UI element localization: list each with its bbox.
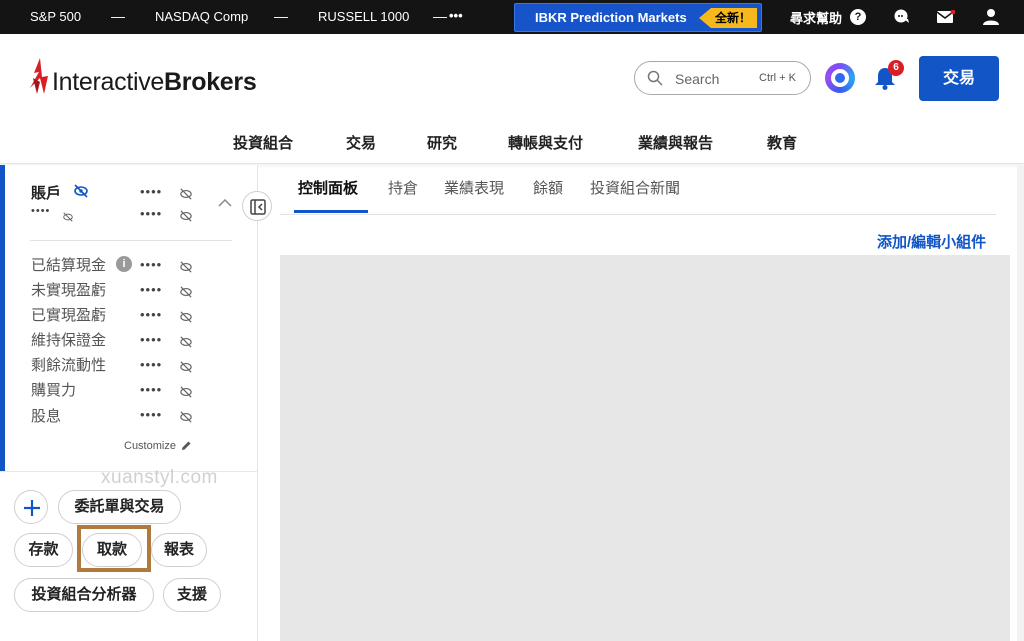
metric-unrealized-pnl: 未實現盈虧 [31,282,107,299]
notification-count-badge: 6 [888,60,904,76]
mail-icon[interactable] [936,9,956,27]
nav-portfolio[interactable]: 投資組合 [233,132,293,153]
nav-research[interactable]: 研究 [427,132,457,153]
main-navigation: 投資組合 交易 研究 轉帳與支付 業績與報告 教育 [0,118,1024,164]
user-profile-icon[interactable] [982,8,1000,29]
collapse-sidebar-button[interactable] [242,191,272,221]
masked-eye-icon[interactable] [180,385,192,403]
metric-excess-liquidity: 剩餘流動性 [31,357,107,374]
metric-value-masked: •••• [140,357,163,372]
search-bar[interactable]: Search Ctrl + K [634,61,811,95]
masked-eye-icon[interactable] [180,209,192,227]
active-tab-indicator [294,210,368,213]
account-title: 賬戶 [31,185,62,202]
metric-value-masked: •••• [140,382,163,397]
masked-eye-icon[interactable] [180,260,192,278]
help-icon[interactable]: ? [850,9,866,25]
help-link[interactable]: 尋求幫助 [790,8,842,27]
tab-dashboard[interactable]: 控制面板 [298,177,358,198]
tab-portfolio-news[interactable]: 投資組合新聞 [590,177,680,198]
info-icon[interactable]: i [116,256,132,272]
portfolio-analyst-button[interactable]: 投資組合分析器 [14,578,154,612]
tab-positions[interactable]: 持倉 [388,177,418,198]
metric-value-masked: •••• [140,332,163,347]
customize-link[interactable]: Customize [124,440,176,452]
withdraw-highlight-box [77,525,151,572]
page-scrollbar[interactable] [1017,165,1024,641]
masked-eye-icon[interactable] [180,310,192,328]
ticker-separator: — [111,8,125,24]
ib-flame-logo-icon [28,58,50,99]
watermark: xuanstyl.com [101,467,218,488]
account-accent-bar [0,165,5,471]
metric-settled-cash: 已結算現金 [31,257,107,274]
hide-values-icon[interactable] [74,184,88,203]
statements-button[interactable]: 報表 [151,533,207,567]
masked-eye-icon[interactable] [180,187,192,205]
tab-balances[interactable]: 餘額 [533,177,563,198]
metric-value-masked: •••• [140,307,163,322]
market-ticker-bar: S&P 500 — NASDAQ Comp — RUSSELL 1000 — •… [0,0,1024,34]
dashboard-widget-area [280,255,1010,641]
new-badge: 全新！ [699,8,757,28]
masked-eye-icon[interactable] [180,335,192,353]
orders-trades-button[interactable]: 委託單與交易 [58,490,181,524]
ticker-sp500[interactable]: S&P 500 [30,9,81,24]
nav-transfer-pay[interactable]: 轉帳與支付 [508,132,583,153]
nav-education[interactable]: 教育 [767,132,797,153]
pencil-icon[interactable] [180,439,192,457]
add-edit-widgets-link[interactable]: 添加/編輯小組件 [877,231,986,252]
search-placeholder: Search [675,71,720,87]
nav-trade[interactable]: 交易 [346,132,376,153]
metric-realized-pnl: 已實現盈虧 [31,307,107,324]
chat-icon[interactable] [893,8,911,29]
prediction-markets-banner[interactable]: IBKR Prediction Markets 全新！ [514,3,762,32]
ticker-nasdaq[interactable]: NASDAQ Comp [155,9,248,24]
brand-bold: Brokers [164,68,257,96]
ticker-russell[interactable]: RUSSELL 1000 [318,9,409,24]
ibkr-portal: S&P 500 — NASDAQ Comp — RUSSELL 1000 — •… [0,0,1024,641]
ticker-separator: — [274,8,288,24]
masked-eye-icon[interactable] [180,285,192,303]
masked-eye-icon[interactable] [180,410,192,428]
account-id-masked: •••• [31,205,51,217]
chevron-up-icon[interactable] [218,195,232,213]
metric-dividends: 股息 [31,408,62,425]
portfolio-tabs: 控制面板 持倉 業績表現 餘額 投資組合新聞 [280,165,996,215]
ai-assistant-core [835,73,845,83]
nav-performance-reports[interactable]: 業績與報告 [638,132,713,153]
masked-eye-icon[interactable] [63,209,73,227]
deposit-button[interactable]: 存款 [14,533,73,567]
account-sidebar: 賬戶 •••• •••• •••• 已結算現金 i 未實現盈虧 已實現盈虧 維持… [0,165,258,641]
masked-eye-icon[interactable] [180,360,192,378]
metric-value-masked: •••• [140,282,163,297]
metric-value-masked: •••• [140,407,163,422]
ai-assistant-icon[interactable] [825,63,855,93]
search-icon [647,70,663,91]
ticker-more-button[interactable]: ••• [449,8,463,23]
account-value-masked: •••• [140,206,163,221]
brand-light: Interactive [52,68,165,96]
promo-label: IBKR Prediction Markets [535,10,687,25]
brand-wordmark: InteractiveBrokers [52,68,257,97]
search-shortcut: Ctrl + K [759,72,796,84]
support-button[interactable]: 支援 [163,578,221,612]
tab-performance[interactable]: 業績表現 [444,177,504,198]
add-action-button[interactable] [14,490,48,524]
sidebar-divider [30,240,232,241]
ticker-separator: — [433,8,447,24]
metric-value-masked: •••• [140,257,163,272]
account-value-masked: •••• [140,184,163,199]
trade-button[interactable]: 交易 [919,56,999,101]
metric-buying-power: 購買力 [31,382,77,399]
metric-maintenance-margin: 維持保證金 [31,332,107,349]
